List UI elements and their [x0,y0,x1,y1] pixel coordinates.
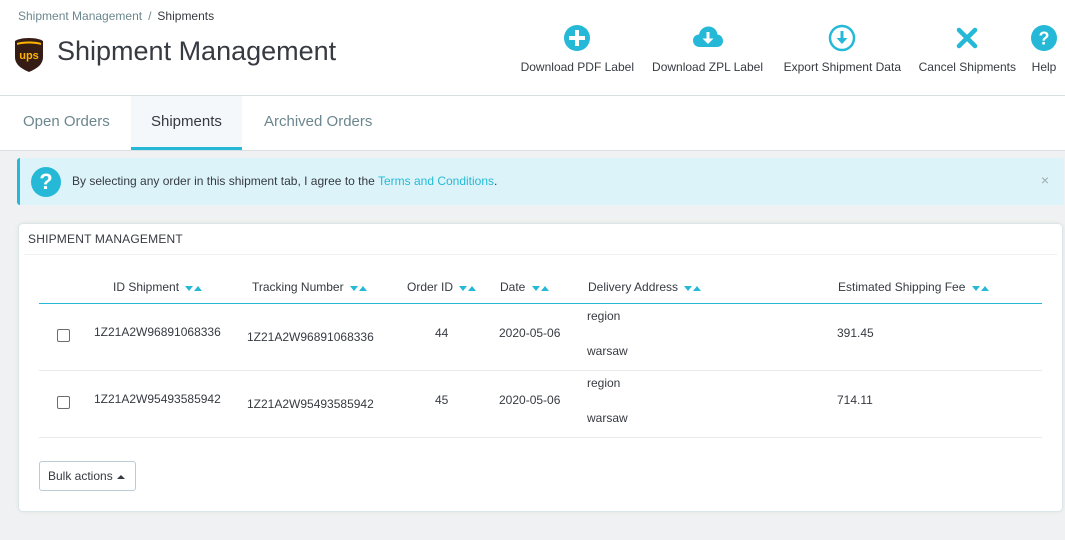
terms-link[interactable]: Terms and Conditions [378,174,494,188]
row-checkbox[interactable] [57,396,70,409]
arrow-down-circle-icon [784,24,901,54]
help-label: Help [1031,60,1057,74]
column-header-date[interactable]: Date [500,280,550,295]
breadcrumb-separator: / [148,9,152,23]
question-icon: ? [31,167,61,197]
sort-icon[interactable] [971,281,990,295]
cell-address-line2: warsaw [587,411,628,425]
tab-open-orders[interactable]: Open Orders [3,96,130,150]
download-pdf-label: Download PDF Label [520,60,634,74]
download-pdf-button[interactable]: Download PDF Label [521,24,634,74]
help-button[interactable]: ? Help [1030,24,1058,74]
sort-icon[interactable] [531,281,550,295]
tab-shipments[interactable]: Shipments [131,96,242,150]
cell-address-line2: warsaw [587,344,628,358]
bulk-actions-label: Bulk actions [48,469,113,483]
tab-bar: Open Orders Shipments Archived Orders [0,96,1065,151]
cell-address-line1: region [587,376,621,390]
column-header-date-label: Date [500,280,526,294]
ups-logo: ups [14,37,44,73]
cell-fee: 391.45 [837,326,874,340]
shipment-panel: SHIPMENT MANAGEMENT ID Shipment Tracking… [18,223,1063,512]
panel-divider [24,254,1057,255]
sort-icon[interactable] [459,281,477,295]
close-icon [919,24,1016,54]
ups-logo-text: ups [19,50,39,62]
terms-alert: ? By selecting any order in this shipmen… [17,158,1064,205]
cell-date: 2020-05-06 [499,326,561,340]
page-header: Shipment Management / Shipments ups Shipme… [0,0,1065,96]
page-title: Shipment Management [57,36,337,66]
column-header-address[interactable]: Delivery Address [588,280,702,295]
breadcrumb: Shipment Management / Shipments [18,9,214,23]
alert-suffix: . [494,174,498,188]
column-header-address-label: Delivery Address [588,280,679,294]
bulk-actions-button[interactable]: Bulk actions [39,461,136,491]
cancel-shipments-label: Cancel Shipments [918,60,1016,74]
export-shipment-data-label: Export Shipment Data [783,60,901,74]
plus-circle-icon [521,24,634,54]
breadcrumb-parent[interactable]: Shipment Management [18,9,142,23]
column-header-id[interactable]: ID Shipment [113,280,203,295]
column-header-tracking[interactable]: Tracking Number [252,280,368,295]
alert-message: By selecting any order in this shipment … [72,174,497,188]
cell-fee: 714.11 [837,393,873,407]
svg-text:?: ? [1039,29,1050,49]
table-row: 1Z21A2W96891068336 1Z21A2W96891068336 44… [39,304,1042,371]
panel-heading: SHIPMENT MANAGEMENT [28,232,183,246]
column-header-tracking-label: Tracking Number [252,280,344,294]
help-circle-icon: ? [1030,24,1058,54]
cloud-download-icon [652,24,763,54]
column-header-order-label: Order ID [407,280,454,294]
cell-order: 45 [435,393,449,407]
sort-icon[interactable] [349,281,368,295]
cell-id: 1Z21A2W96891068336 [94,325,221,339]
caret-up-icon [116,474,125,479]
column-header-id-label: ID Shipment [113,280,180,294]
cell-address-line1: region [587,309,621,323]
sort-icon[interactable] [684,281,702,295]
row-checkbox[interactable] [57,329,70,342]
alert-text: By selecting any order in this shipment … [72,174,375,188]
alert-close-button[interactable]: × [1041,172,1049,188]
column-header-fee-label: Estimated Shipping Fee [838,280,966,294]
tab-archived-orders[interactable]: Archived Orders [244,96,392,150]
cell-date: 2020-05-06 [499,393,561,407]
export-shipment-data-button[interactable]: Export Shipment Data [784,24,901,74]
cell-id: 1Z21A2W95493585942 [94,392,221,406]
table-row: 1Z21A2W95493585942 1Z21A2W95493585942 45… [39,371,1042,438]
sort-icon[interactable] [185,281,203,295]
cell-tracking: 1Z21A2W95493585942 [247,397,374,411]
column-header-order[interactable]: Order ID [407,280,477,295]
download-zpl-label: Download ZPL Label [652,60,763,74]
download-zpl-button[interactable]: Download ZPL Label [652,24,763,74]
cell-tracking: 1Z21A2W96891068336 [247,330,374,344]
cancel-shipments-button[interactable]: Cancel Shipments [919,24,1016,74]
breadcrumb-current: Shipments [157,9,215,23]
column-header-fee[interactable]: Estimated Shipping Fee [838,280,990,295]
cell-order: 44 [435,326,449,340]
